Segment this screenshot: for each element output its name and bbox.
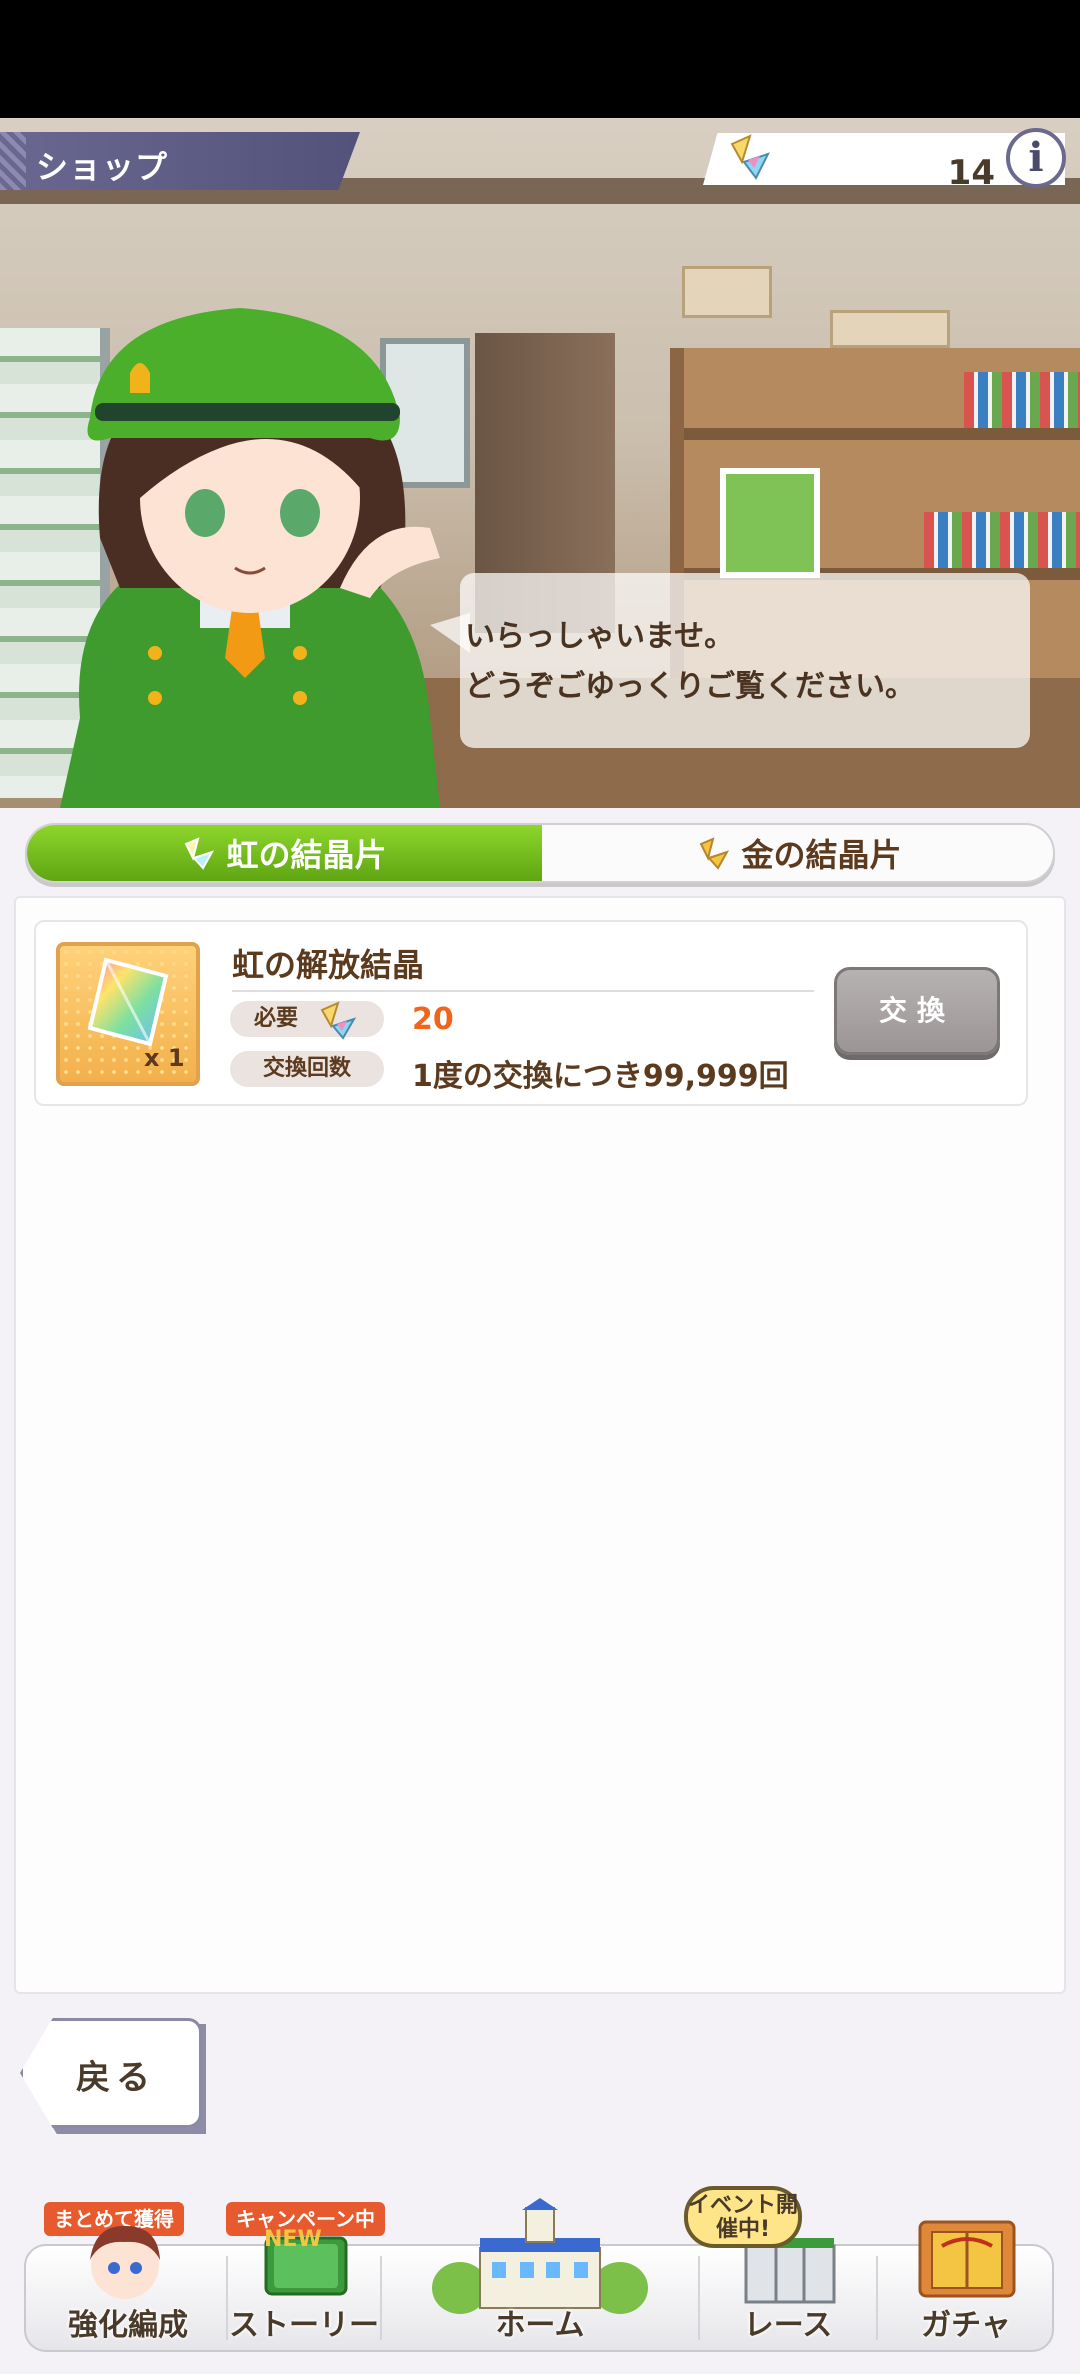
title-plate: ショップ xyxy=(0,132,360,190)
exchange-count-label: 交換回数 xyxy=(230,1051,384,1087)
required-label-text: 必要 xyxy=(254,1006,299,1031)
nav-label: 強化編成 xyxy=(68,2308,188,2343)
shop-poster xyxy=(720,468,820,578)
exchange-limit-text: 1度の交換につき99,999回 xyxy=(412,1059,789,1094)
rainbow-shard-icon xyxy=(730,134,770,180)
item-divider xyxy=(232,990,814,992)
event-badge: イベント開催中! xyxy=(684,2186,802,2248)
shelf-board xyxy=(684,428,1080,440)
stock-box xyxy=(682,266,772,318)
book-row xyxy=(964,372,1080,428)
tab-rainbow-shard[interactable]: 虹の結晶片 xyxy=(27,825,542,881)
nav-home[interactable]: ホーム xyxy=(382,2198,698,2352)
speech-bubble: いらっしゃいませ。 どうぞごゆっくりご覧ください。 xyxy=(460,573,1030,748)
item-quantity: x 1 xyxy=(144,1044,185,1072)
story-book-icon: NEW xyxy=(264,2227,348,2296)
status-bar xyxy=(0,0,1080,118)
speech-line-1: いらっしゃいませ。 xyxy=(465,619,735,654)
shop-scene: ショップ 14 i いらっしゃいませ。 どうぞごゆっくりご覧ください。 xyxy=(0,118,1080,808)
exchange-button[interactable]: 交換 xyxy=(834,967,1000,1055)
nav-label: レース xyxy=(743,2308,833,2343)
shopkeeper-character xyxy=(60,308,440,808)
required-label: 必要 xyxy=(230,1001,384,1037)
nav-label: ガチャ xyxy=(921,2308,1011,2343)
speech-line-2: どうぞごゆっくりご覧ください。 xyxy=(465,669,915,704)
tab-gold-shard[interactable]: 金の結晶片 xyxy=(542,825,1053,881)
rainbow-crystal-icon xyxy=(87,957,169,1047)
tab-label: 金の結晶片 xyxy=(741,836,902,874)
nav-label: ホーム xyxy=(495,2308,585,2343)
gacha-gate-icon xyxy=(918,2220,1016,2298)
nav-gacha[interactable]: ガチャ xyxy=(878,2220,1054,2352)
tab-label: 虹の結晶片 xyxy=(226,836,387,874)
gold-shard-icon xyxy=(700,837,730,870)
svg-text:NEW: NEW xyxy=(264,2227,322,2252)
item-thumbnail: x 1 xyxy=(56,942,200,1086)
nav-enhance[interactable]: まとめて獲得 強化編成 xyxy=(30,2202,226,2352)
back-button-label: 戻る xyxy=(76,2058,156,2098)
nav-story[interactable]: キャンペーン中 NEW ストーリー xyxy=(226,2202,385,2352)
book-row xyxy=(924,512,1080,568)
character-avatar-icon xyxy=(90,2225,160,2299)
rainbow-shard-icon xyxy=(185,837,215,870)
nav-label: ストーリー xyxy=(229,2308,379,2343)
nav-race[interactable]: レース xyxy=(700,2238,876,2352)
required-value: 20 xyxy=(412,1002,454,1037)
rainbow-shard-icon xyxy=(320,1001,357,1040)
item-name: 虹の解放結晶 xyxy=(232,946,425,984)
page-title: ショップ xyxy=(36,148,169,186)
info-button[interactable]: i xyxy=(1006,128,1066,188)
stock-box xyxy=(830,310,950,348)
shard-tabs: 虹の結晶片 金の結晶片 xyxy=(25,823,1055,883)
